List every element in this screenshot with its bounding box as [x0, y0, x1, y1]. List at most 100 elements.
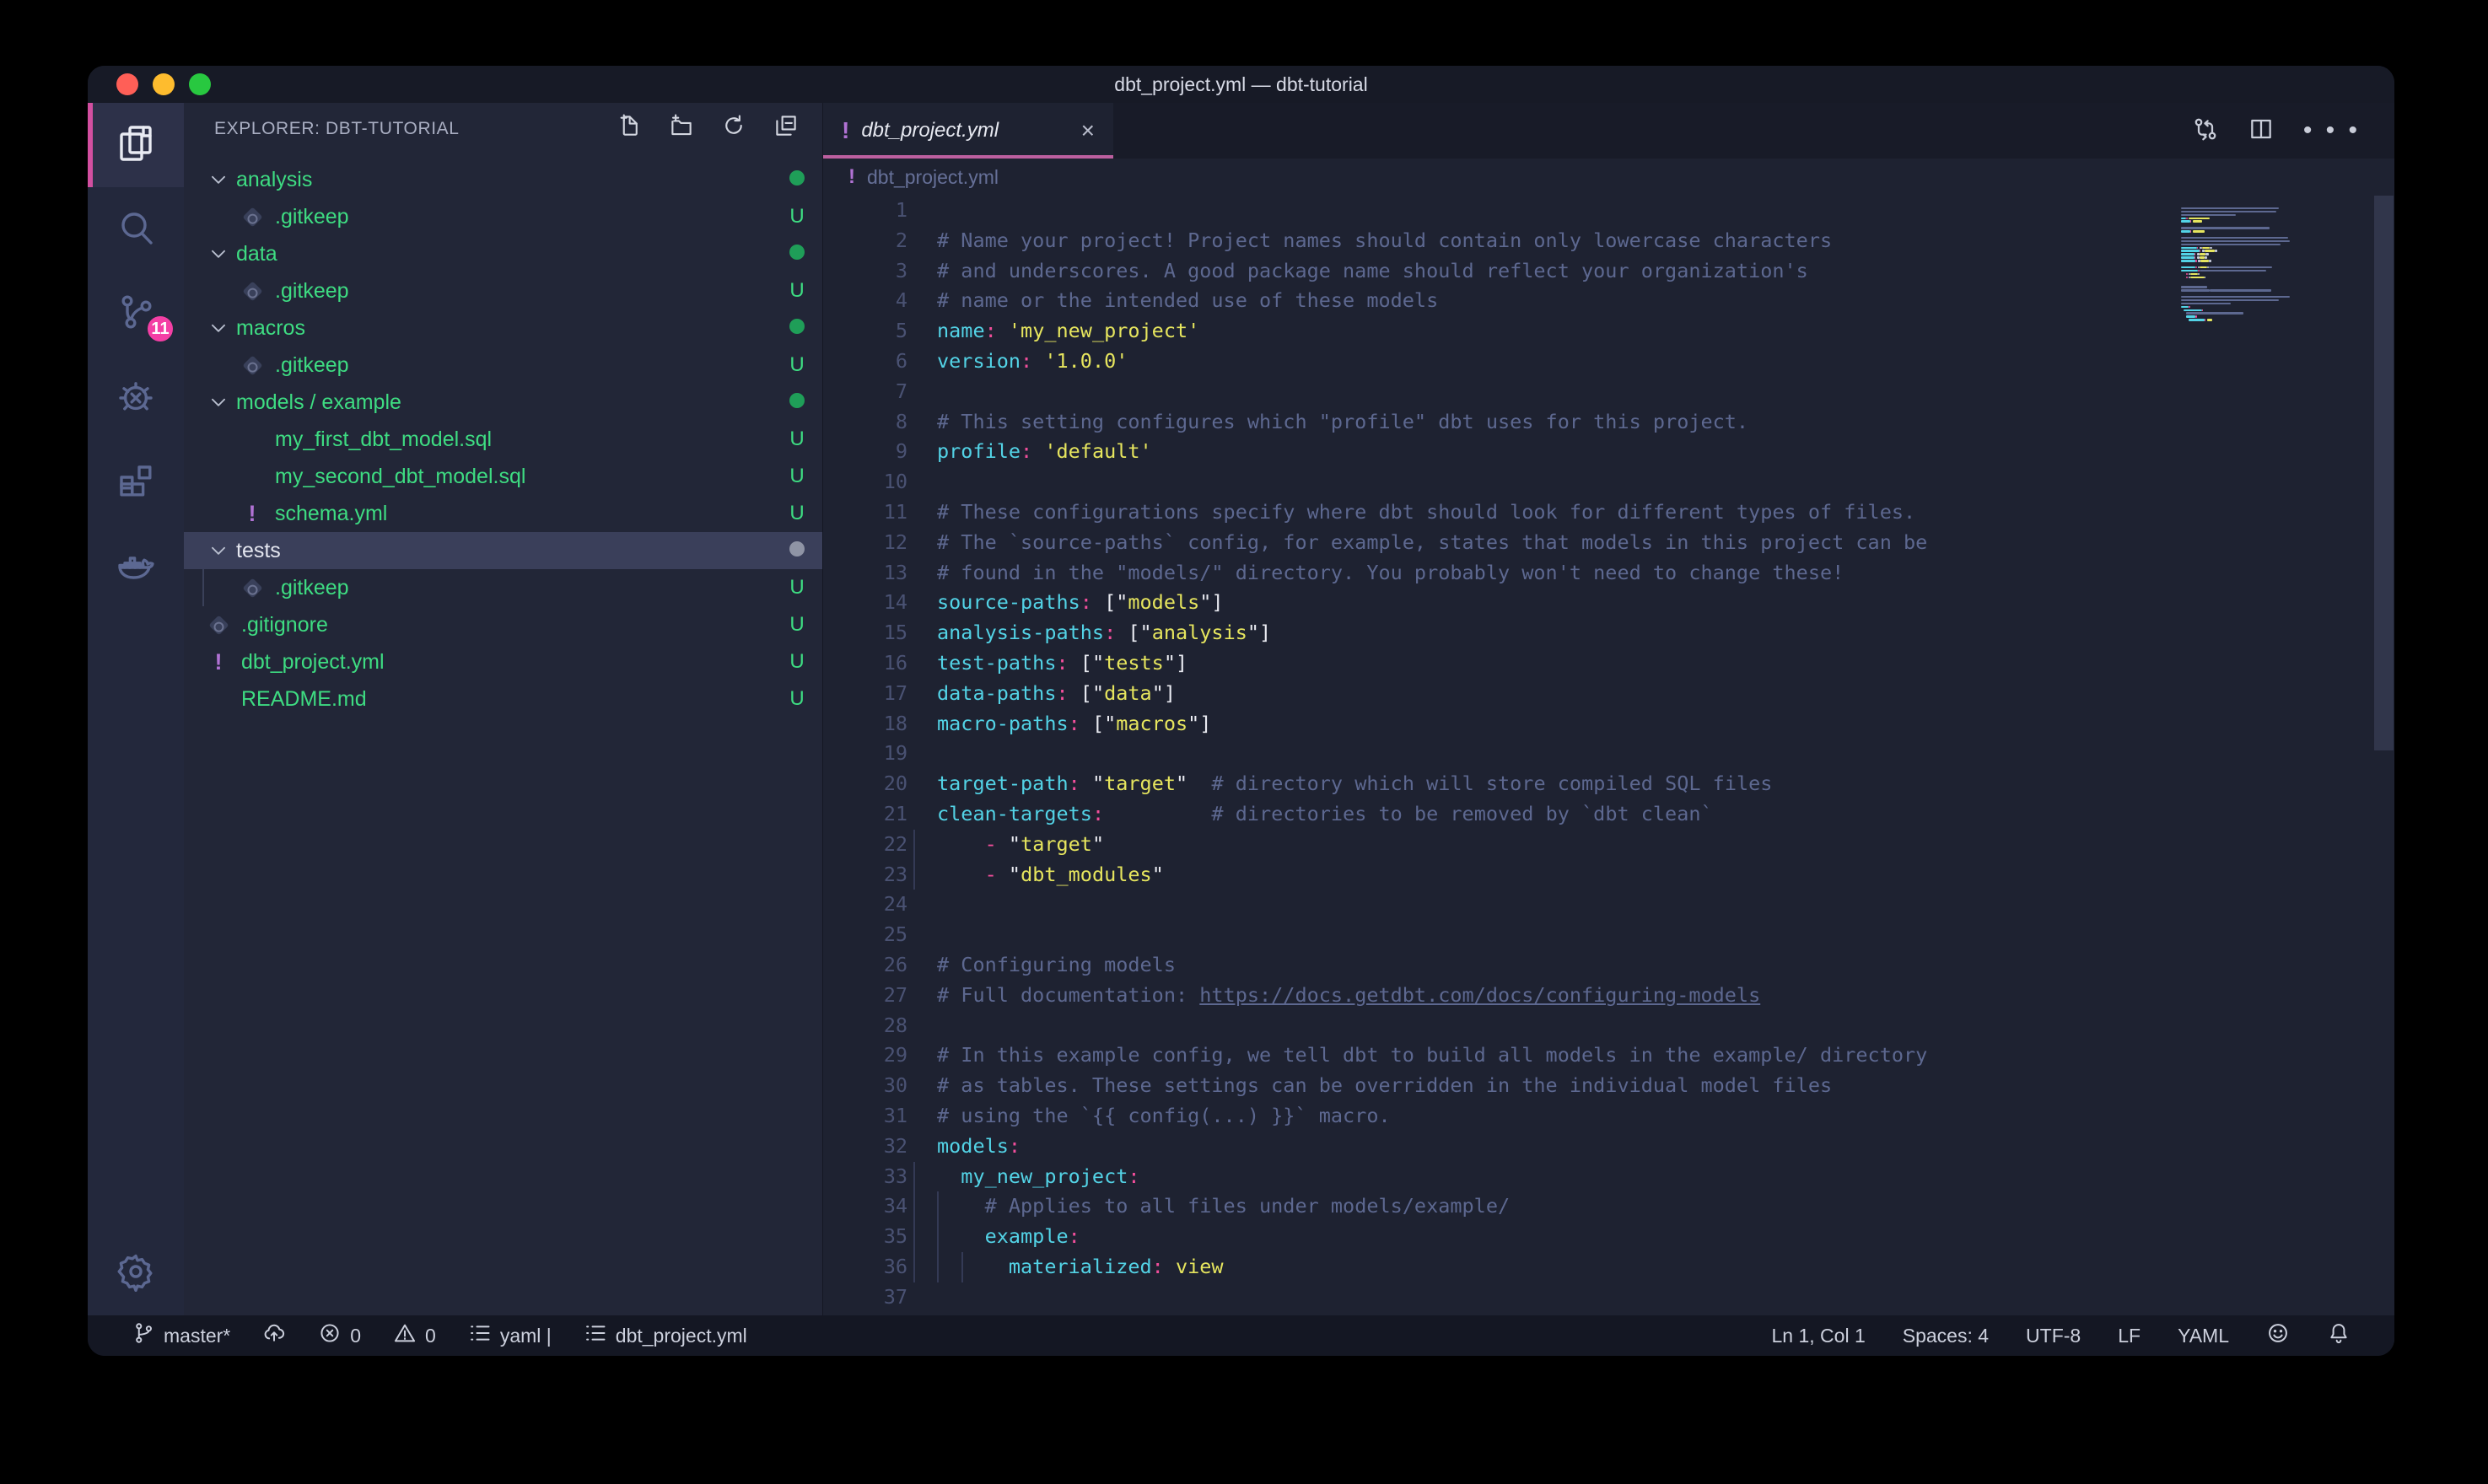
line-number: 16 [823, 648, 907, 679]
gear-icon [116, 1251, 156, 1296]
code-line-16[interactable]: test-paths: ["tests"] [937, 648, 2394, 679]
code-line-6[interactable]: version: '1.0.0' [937, 347, 2394, 377]
code-line-4[interactable]: # name or the intended use of these mode… [937, 286, 2394, 316]
code-line-25[interactable] [937, 920, 2394, 950]
activity-item-settings[interactable] [88, 1231, 184, 1315]
activity-item-source-control[interactable]: 11 [88, 272, 184, 356]
tree-folder-data[interactable]: data [184, 235, 822, 272]
scrollbar-thumb[interactable] [2374, 196, 2394, 750]
code-line-22[interactable]: - "target" [937, 830, 2394, 860]
collapse-all-button[interactable] [770, 113, 802, 145]
open-changes-button[interactable] [2192, 116, 2219, 147]
code-line-13[interactable]: # found in the "models/" directory. You … [937, 558, 2394, 589]
code-line-32[interactable]: models: [937, 1132, 2394, 1162]
tree-file--gitignore[interactable]: .gitignoreU [184, 606, 822, 643]
activity-item-explorer[interactable] [88, 103, 184, 187]
activity-item-docker[interactable] [88, 524, 184, 609]
status-indentation[interactable]: Spaces: 4 [1903, 1325, 1989, 1347]
tab-dbt-project-yml[interactable]: ! dbt_project.yml × [823, 103, 1113, 159]
line-number: 23 [823, 860, 907, 890]
line-number: 7 [823, 377, 907, 407]
status-warnings[interactable]: 0 [393, 1321, 436, 1350]
status-sync[interactable] [262, 1321, 286, 1350]
code-line-11[interactable]: # These configurations specify where dbt… [937, 497, 2394, 528]
code-line-33[interactable]: my_new_project: [937, 1162, 2394, 1192]
code-line-30[interactable]: # as tables. These settings can be overr… [937, 1071, 2394, 1101]
tree-file-my-first-dbt-model-sql[interactable]: my_first_dbt_model.sqlU [184, 421, 822, 458]
code-line-37[interactable] [937, 1282, 2394, 1313]
code-line-29[interactable]: # In this example config, we tell dbt to… [937, 1040, 2394, 1071]
code-line-9[interactable]: profile: 'default' [937, 437, 2394, 467]
tree-folder-models-example[interactable]: models / example [184, 384, 822, 421]
tree-folder-tests[interactable]: tests [184, 532, 822, 569]
minimap[interactable] [2181, 196, 2373, 1315]
code-line-36[interactable]: materialized: view [937, 1252, 2394, 1282]
tree-folder-analysis[interactable]: analysis [184, 161, 822, 198]
code-line-23[interactable]: - "dbt_modules" [937, 860, 2394, 890]
line-number: 8 [823, 407, 907, 438]
code-line-31[interactable]: # using the `{{ config(...) }}` macro. [937, 1101, 2394, 1132]
code-line-10[interactable] [937, 467, 2394, 497]
split-editor-button[interactable] [2248, 116, 2275, 147]
code-line-15[interactable]: analysis-paths: ["analysis"] [937, 618, 2394, 648]
activity-item-search[interactable] [88, 187, 184, 272]
code-line-14[interactable]: source-paths: ["models"] [937, 588, 2394, 618]
code-line-28[interactable] [937, 1011, 2394, 1041]
status-language-mode[interactable]: yaml | [468, 1321, 552, 1350]
code-line-21[interactable]: clean-targets: # directories to be remov… [937, 799, 2394, 830]
status-git-branch[interactable]: master* [132, 1321, 230, 1350]
close-tab-icon[interactable]: × [1081, 117, 1095, 144]
tree-file--gitkeep[interactable]: .gitkeepU [184, 569, 822, 606]
code-line-18[interactable]: macro-paths: ["macros"] [937, 709, 2394, 739]
status-eol[interactable]: LF [2118, 1325, 2141, 1347]
code-line-19[interactable] [937, 739, 2394, 769]
status-errors[interactable]: 0 [318, 1321, 361, 1350]
line-number: 2 [823, 226, 907, 256]
status-active-file[interactable]: dbt_project.yml [584, 1321, 747, 1350]
more-actions-button[interactable]: • • • [2303, 116, 2361, 145]
line-number: 21 [823, 799, 907, 830]
code-line-5[interactable]: name: 'my_new_project' [937, 316, 2394, 347]
editor-scrollbar[interactable] [2373, 196, 2394, 1315]
tree-file-schema-yml[interactable]: !schema.ymlU [184, 495, 822, 532]
code-line-35[interactable]: example: [937, 1222, 2394, 1252]
status-language[interactable]: YAML [2178, 1325, 2229, 1347]
tree-file-readme-md[interactable]: README.mdU [184, 680, 822, 718]
code-line-17[interactable]: data-paths: ["data"] [937, 679, 2394, 709]
code-line-1[interactable] [937, 196, 2394, 226]
status-encoding[interactable]: UTF-8 [2026, 1325, 2081, 1347]
code-line-3[interactable]: # and underscores. A good package name s… [937, 256, 2394, 287]
tree-file--gitkeep[interactable]: .gitkeepU [184, 272, 822, 309]
breadcrumb[interactable]: ! dbt_project.yml [823, 159, 2394, 196]
tree-folder-macros[interactable]: macros [184, 309, 822, 347]
status-notifications[interactable] [2327, 1321, 2351, 1350]
code-line-7[interactable] [937, 377, 2394, 407]
new-file-button[interactable] [613, 113, 645, 145]
new-folder-button[interactable] [665, 113, 697, 145]
code-line-2[interactable]: # Name your project! Project names shoul… [937, 226, 2394, 256]
code-line-34[interactable]: # Applies to all files under models/exam… [937, 1191, 2394, 1222]
tree-file-dbt-project-yml[interactable]: !dbt_project.ymlU [184, 643, 822, 680]
tree-file--gitkeep[interactable]: .gitkeepU [184, 198, 822, 235]
activity-item-extensions[interactable] [88, 440, 184, 524]
new-folder-icon [669, 113, 694, 145]
code-line-12[interactable]: # The `source-paths` config, for example… [937, 528, 2394, 558]
code-line-24[interactable] [937, 890, 2394, 920]
status-cursor-position[interactable]: Ln 1, Col 1 [1772, 1325, 1866, 1347]
tree-file-my-second-dbt-model-sql[interactable]: my_second_dbt_model.sqlU [184, 458, 822, 495]
code-line-20[interactable]: target-path: "target" # directory which … [937, 769, 2394, 799]
status-feedback[interactable] [2266, 1321, 2290, 1350]
tree-item-label: analysis [236, 168, 772, 192]
code-area[interactable]: 1234567891011121314151617181920212223242… [823, 196, 2394, 1315]
code-lines[interactable]: # Name your project! Project names shoul… [907, 196, 2394, 1315]
code-line-26[interactable]: # Configuring models [937, 950, 2394, 981]
tree-file--gitkeep[interactable]: .gitkeepU [184, 347, 822, 384]
line-number: 34 [823, 1191, 907, 1222]
refresh-button[interactable] [718, 113, 750, 145]
git-changes-dot [772, 168, 822, 191]
code-line-8[interactable]: # This setting configures which "profile… [937, 407, 2394, 438]
activity-item-debug[interactable] [88, 356, 184, 440]
code-line-27[interactable]: # Full documentation: https://docs.getdb… [937, 981, 2394, 1011]
line-number: 15 [823, 618, 907, 648]
explorer-actions [613, 113, 802, 145]
